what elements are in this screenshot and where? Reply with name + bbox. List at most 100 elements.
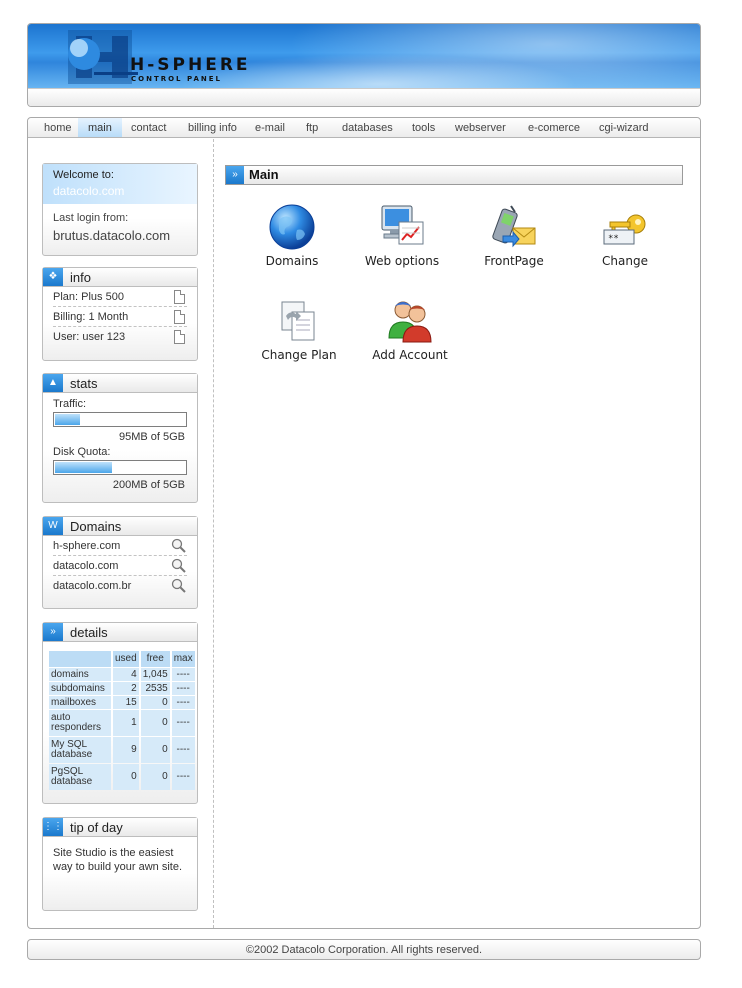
document-icon[interactable] — [174, 330, 185, 344]
table-row: domains 4 1,045 ---- — [49, 668, 195, 681]
details-cell-max: ---- — [171, 710, 195, 736]
nav-contact[interactable]: contact — [129, 118, 168, 137]
welcome-label: Welcome to: — [53, 169, 114, 181]
info-box: ❖ info Plan: Plus 500 Billing: 1 Month U… — [42, 267, 198, 361]
chevron-right-icon: » — [226, 166, 244, 184]
disk-quota-value: 200MB of 5GB — [112, 479, 185, 491]
brand-title: H-SPHERE — [130, 55, 251, 75]
traffic-bar-fill — [55, 414, 80, 425]
info-billing-text: Billing: 1 Month — [53, 311, 129, 323]
details-cell-used: 9 — [113, 737, 139, 763]
magnifier-icon[interactable] — [171, 558, 186, 573]
details-header-max: max — [171, 651, 195, 667]
details-cell-free: 0 — [140, 764, 170, 790]
tile-label[interactable]: Add Account — [360, 348, 460, 362]
nav-home[interactable]: home — [42, 118, 74, 137]
header-strip — [28, 88, 700, 106]
details-cell-max: ---- — [171, 668, 195, 681]
disk-quota-bar — [53, 460, 187, 475]
details-cell-used: 4 — [113, 668, 139, 681]
domain-name[interactable]: datacolo.com — [53, 560, 118, 572]
details-header-used: used — [113, 651, 139, 667]
tile-label[interactable]: Change — [575, 254, 675, 268]
table-row: My SQL database 9 0 ---- — [49, 737, 195, 763]
nav-ftp[interactable]: ftp — [304, 118, 320, 137]
details-cell-free: 0 — [140, 696, 170, 709]
tile-add-account[interactable]: Add Account — [360, 296, 460, 362]
nav-e-comerce[interactable]: e-comerce — [526, 118, 582, 137]
nav-e-mail[interactable]: e-mail — [253, 118, 287, 137]
welcome-domain: datacolo.com — [53, 184, 125, 198]
document-icon[interactable] — [174, 290, 185, 304]
nav-tools[interactable]: tools — [410, 118, 437, 137]
tile-label[interactable]: FrontPage — [464, 254, 564, 268]
tile-label[interactable]: Change Plan — [249, 348, 349, 362]
details-cell-free: 2535 — [140, 682, 170, 695]
tile-change[interactable]: ** Change — [575, 202, 675, 268]
details-cell-name: subdomains — [49, 682, 111, 695]
domain-name[interactable]: h-sphere.com — [53, 540, 120, 552]
key-password-icon: ** — [603, 214, 646, 245]
tip-grid-icon: ⋮⋮ — [43, 818, 63, 836]
nav-cgi-wizard[interactable]: cgi-wizard — [597, 118, 651, 137]
details-arrows-icon: » — [43, 623, 63, 641]
tile-domains[interactable]: Domains — [242, 202, 342, 268]
details-box: » details used free max domains 4 1,045 … — [42, 622, 198, 804]
details-cell-max: ---- — [171, 764, 195, 790]
details-cell-name: My SQL database — [49, 737, 111, 763]
main-panel: home main contact billing info e-mail ft… — [27, 117, 701, 929]
tile-label[interactable]: Domains — [242, 254, 342, 268]
nav-webserver[interactable]: webserver — [453, 118, 508, 137]
magnifier-icon[interactable] — [171, 538, 186, 553]
header: H-SPHERE CONTROL PANEL — [27, 23, 701, 107]
magnifier-icon[interactable] — [171, 578, 186, 593]
domain-item[interactable]: h-sphere.com — [53, 536, 187, 556]
info-row-user: User: user 123 — [53, 327, 187, 347]
details-cell-max: ---- — [171, 737, 195, 763]
nav-billing-info[interactable]: billing info — [186, 118, 239, 137]
logo-text: H-SPHERE CONTROL PANEL — [130, 57, 251, 84]
table-row: mailboxes 15 0 ---- — [49, 696, 195, 709]
details-cell-max: ---- — [171, 696, 195, 709]
tile-web-options[interactable]: Web options — [352, 202, 452, 268]
frontpage-icon — [492, 205, 536, 248]
welcome-box: Welcome to: datacolo.com Last login from… — [42, 163, 198, 256]
details-cell-name: domains — [49, 668, 111, 681]
footer: ©2002 Datacolo Corporation. All rights r… — [27, 939, 701, 960]
details-cell-name: mailboxes — [49, 696, 111, 709]
table-row: auto responders 1 0 ---- — [49, 710, 195, 736]
globe-icon — [269, 204, 315, 250]
document-icon[interactable] — [174, 310, 185, 324]
domain-item[interactable]: datacolo.com.br — [53, 576, 187, 596]
nav-main[interactable]: main — [78, 118, 122, 137]
details-cell-used: 15 — [113, 696, 139, 709]
tile-change-plan[interactable]: Change Plan — [249, 296, 349, 362]
details-cell-name: PgSQL database — [49, 764, 111, 790]
tile-frontpage[interactable]: FrontPage — [464, 202, 564, 268]
svg-text:**: ** — [608, 234, 619, 244]
traffic-bar — [53, 412, 187, 427]
domains-w-icon: W — [43, 517, 63, 535]
details-header-blank — [49, 651, 111, 667]
details-header-free: free — [140, 651, 170, 667]
users-icon — [388, 301, 432, 343]
details-cell-free: 0 — [140, 710, 170, 736]
details-table: used free max domains 4 1,045 ---- subdo… — [47, 650, 197, 791]
last-login-host: brutus.datacolo.com — [53, 228, 171, 243]
details-cell-max: ---- — [171, 682, 195, 695]
domain-name[interactable]: datacolo.com.br — [53, 580, 131, 592]
copyright-text: ©2002 Datacolo Corporation. All rights r… — [245, 944, 483, 956]
domains-title: Domains — [70, 519, 122, 534]
info-diamond-icon: ❖ — [43, 268, 63, 286]
section-header: » Main — [225, 165, 683, 185]
details-title: details — [70, 625, 108, 640]
domain-item[interactable]: datacolo.com — [53, 556, 187, 576]
disk-quota-bar-fill — [55, 462, 113, 473]
details-cell-used: 0 — [113, 764, 139, 790]
stats-title: stats — [70, 376, 98, 391]
stats-box: ▲ stats Traffic: 95MB of 5GB Disk Quota:… — [42, 373, 198, 503]
nav-databases[interactable]: databases — [340, 118, 395, 137]
sidebar-divider — [213, 139, 214, 928]
tile-label[interactable]: Web options — [352, 254, 452, 268]
disk-quota-label: Disk Quota: — [53, 446, 111, 458]
